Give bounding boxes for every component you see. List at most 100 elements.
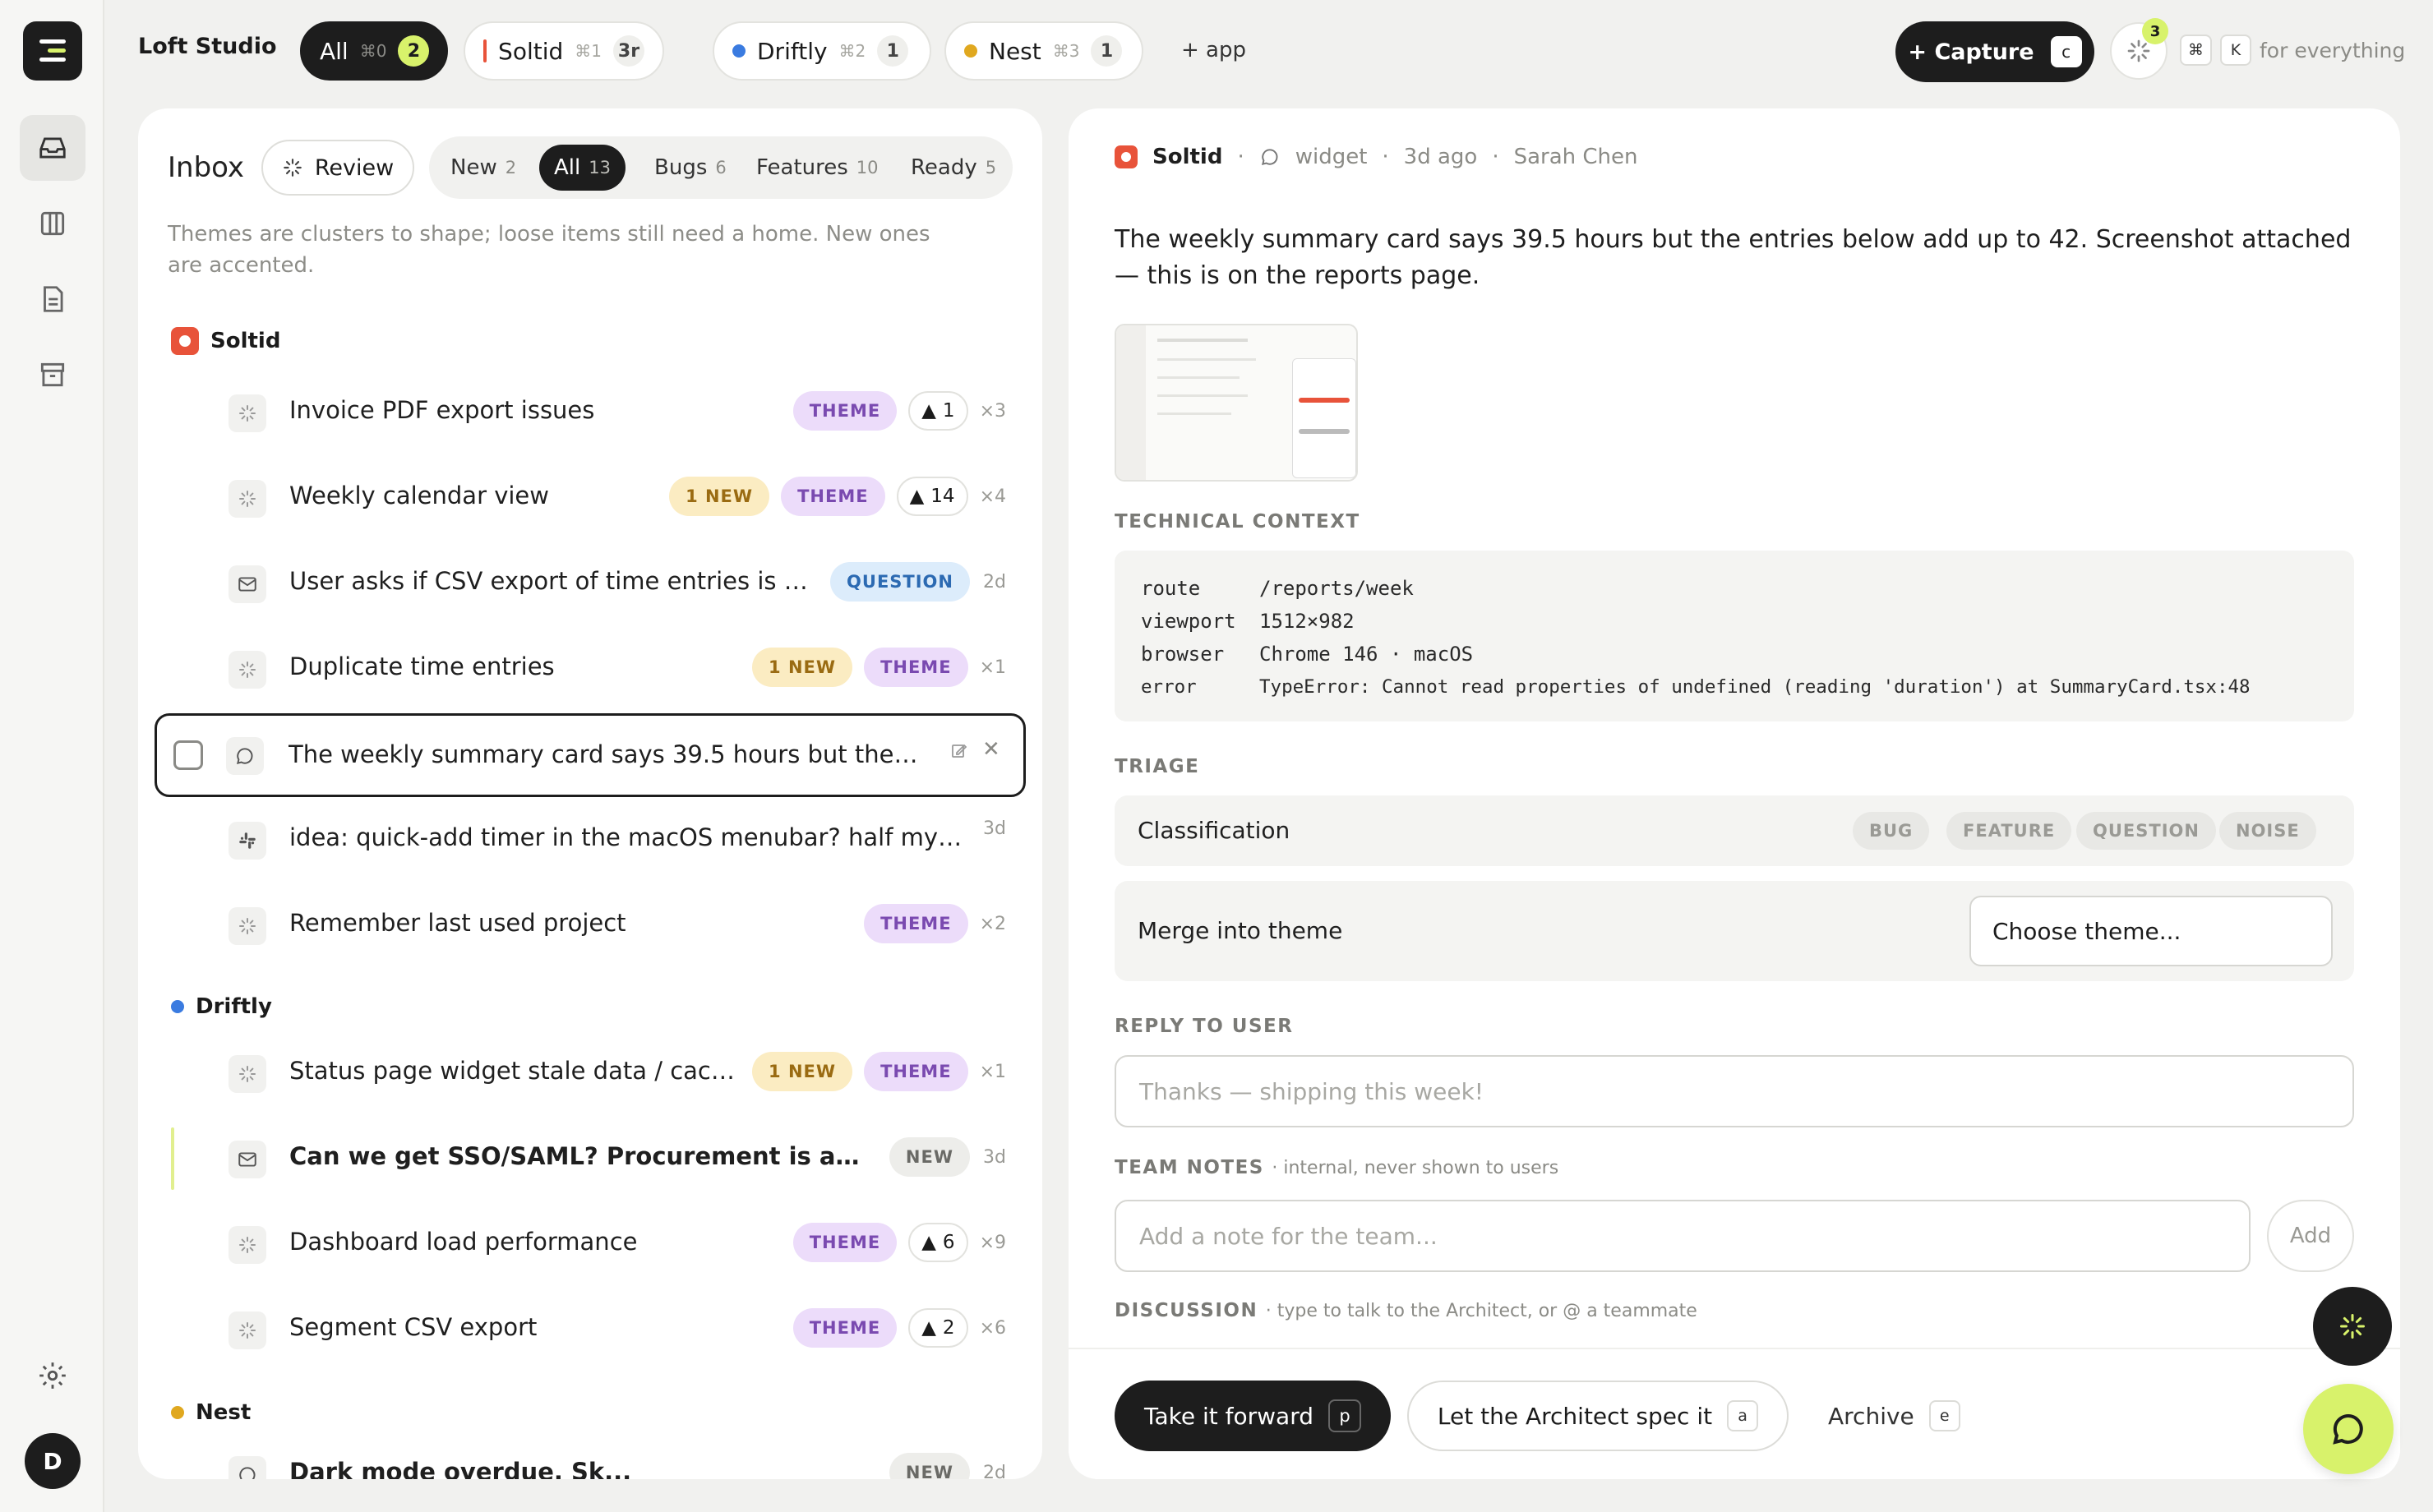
chat-fab[interactable] (2303, 1384, 2394, 1474)
reply-input[interactable]: Thanks — shipping this week! (1115, 1055, 2354, 1127)
list-item[interactable]: Can we get SSO/SAML? Procurement is aski… (155, 1119, 1026, 1198)
class-feature-chip[interactable]: FEATURE (1946, 812, 2072, 850)
filter-tabs: New 2 All 13 Bugs 6 Features 10 Ready 5 (429, 136, 1013, 199)
settings-button[interactable] (20, 1343, 85, 1408)
item-multiplier: ×3 (979, 400, 1006, 422)
architect-spec-button[interactable]: Let the Architect spec it a (1407, 1381, 1789, 1451)
edit-icon[interactable] (949, 740, 969, 766)
class-question-chip[interactable]: QUESTION (2076, 812, 2216, 850)
list-item[interactable]: Dashboard load performance THEME ▲ 6 ×9 (155, 1205, 1026, 1284)
nav-archive[interactable] (20, 342, 85, 408)
filter-count: 6 (715, 158, 727, 177)
class-noise-chip[interactable]: NOISE (2219, 812, 2316, 850)
action-footer: Take it forward p Let the Architect spec… (1069, 1348, 2400, 1479)
thumb-highlight (1299, 398, 1350, 403)
item-title: idea: quick-add timer in the macOS menub… (289, 823, 963, 851)
architect-fab[interactable] (2313, 1287, 2392, 1366)
vote-count[interactable]: ▲ 2 (908, 1308, 968, 1348)
item-multiplier: ×1 (979, 657, 1006, 678)
command-hint[interactable]: ⌘ K for everything (2180, 35, 2405, 66)
archive-button[interactable]: Archive e (1828, 1381, 1960, 1451)
take-forward-label: Take it forward (1144, 1402, 1313, 1430)
add-note-button[interactable]: Add (2267, 1200, 2354, 1272)
list-item[interactable]: Status page widget stale data / caching … (155, 1034, 1026, 1113)
list-item[interactable]: Segment CSV export THEME ▲ 2 ×6 (155, 1290, 1026, 1369)
reply-heading: REPLY TO USER (1115, 1016, 1294, 1037)
app-tab-nest[interactable]: Nest ⌘3 1 (944, 21, 1143, 81)
list-item[interactable]: idea: quick-add timer in the macOS menub… (155, 800, 1026, 879)
tech-key: viewport (1141, 610, 1236, 633)
tech-key: browser (1141, 643, 1225, 666)
upvote-icon: ▲ (921, 1317, 936, 1339)
vote-count[interactable]: ▲ 6 (908, 1223, 968, 1262)
soltid-app-icon (1115, 145, 1138, 168)
add-app-button[interactable]: + app (1181, 38, 1246, 62)
vote-count[interactable]: ▲ 14 (896, 477, 968, 516)
item-meta: THEME ▲ 6 ×9 (792, 1223, 1006, 1262)
thumb-line (1157, 413, 1231, 415)
avatar[interactable]: D (25, 1433, 81, 1489)
review-button[interactable]: Review (261, 140, 414, 196)
document-icon (44, 286, 63, 312)
tech-row: route/reports/week (1141, 572, 2328, 605)
group-name: Driftly (196, 994, 272, 1019)
capture-button[interactable]: + Capture c (1895, 21, 2094, 82)
theme-select[interactable]: Choose theme... (1969, 896, 2333, 966)
app-tab-label: Soltid (498, 37, 564, 65)
inbox-intro: Themes are clusters to shape; loose item… (168, 222, 930, 278)
team-note-input[interactable]: Add a note for the team... (1115, 1200, 2251, 1272)
app-tab-driftly[interactable]: Driftly ⌘2 1 (713, 21, 931, 81)
filter-bugs[interactable]: Bugs 6 (639, 145, 741, 191)
chat-bubble-icon (2333, 1413, 2363, 1445)
item-meta: QUESTION 2d (830, 562, 1006, 602)
list-item[interactable]: Weekly calendar view 1 NEW THEME ▲ 14 ×4 (155, 459, 1026, 537)
close-icon[interactable]: ✕ (982, 737, 1000, 762)
nav-inbox[interactable] (20, 115, 85, 181)
thumb-card (1292, 358, 1356, 478)
group-header-driftly[interactable]: Driftly (171, 994, 272, 1019)
list-item[interactable]: Dark mode overdue. Sk... NEW 2d (155, 1435, 1026, 1479)
mail-icon (229, 1141, 266, 1178)
item-meta: THEME ▲ 1 ×3 (792, 391, 1006, 431)
list-item[interactable]: Invoice PDF export issues THEME ▲ 1 ×3 (155, 373, 1026, 452)
filter-ready[interactable]: Ready 5 (896, 145, 1011, 191)
theme-tag: THEME (864, 904, 968, 943)
archive-label: Archive (1828, 1402, 1914, 1430)
take-forward-button[interactable]: Take it forward p (1115, 1381, 1391, 1451)
new-count-tag: 1 NEW (752, 1052, 853, 1091)
vote-count[interactable]: ▲ 1 (908, 391, 968, 431)
driftly-dot-icon (732, 44, 746, 58)
tech-row: viewport 1512×982 (1141, 605, 2328, 638)
app-tab-all[interactable]: All ⌘0 2 (300, 21, 448, 81)
app-logo[interactable] (23, 21, 82, 81)
filter-features[interactable]: Features 10 (741, 145, 893, 191)
workspace-name[interactable]: Loft Studio (138, 34, 277, 59)
nav-docs[interactable] (20, 266, 85, 332)
list-item[interactable]: Duplicate time entries 1 NEW THEME ×1 (155, 629, 1026, 708)
class-bug-chip[interactable]: BUG (1853, 812, 1930, 850)
group-header-nest[interactable]: Nest (171, 1400, 251, 1425)
app-tab-label: Driftly (757, 37, 828, 65)
select-checkbox[interactable] (173, 740, 203, 770)
filter-all[interactable]: All 13 (539, 145, 626, 191)
loader-icon (283, 159, 302, 177)
list-item[interactable]: User asks if CSV export of time entries … (155, 544, 1026, 623)
app-tab-soltid[interactable]: Soltid ⌘1 3r (464, 21, 664, 81)
group-header-soltid[interactable]: Soltid (171, 327, 280, 355)
group-name: Soltid (210, 329, 281, 353)
list-item-selected[interactable]: The weekly summary card says 39.5 hours … (155, 713, 1026, 797)
review-label: Review (314, 154, 395, 181)
item-meta: THEME ▲ 2 ×6 (792, 1308, 1006, 1348)
thumb-line (1157, 376, 1240, 379)
list-item[interactable]: Remember last used project THEME ×2 (155, 886, 1026, 965)
filter-new[interactable]: New 2 (436, 145, 531, 191)
detail-project[interactable]: Soltid (1152, 145, 1222, 169)
app-tab-shortcut: ⌘2 (838, 41, 866, 61)
detail-age: 3d ago (1403, 145, 1478, 169)
nav-board[interactable] (20, 191, 85, 256)
app-tab-count: 1 (877, 35, 909, 67)
new-accent-bar (171, 1127, 174, 1190)
item-meta: 1 NEW THEME ×1 (752, 648, 1006, 687)
screenshot-thumbnail[interactable] (1115, 324, 1358, 482)
detail-author[interactable]: Sarah Chen (1514, 145, 1638, 169)
